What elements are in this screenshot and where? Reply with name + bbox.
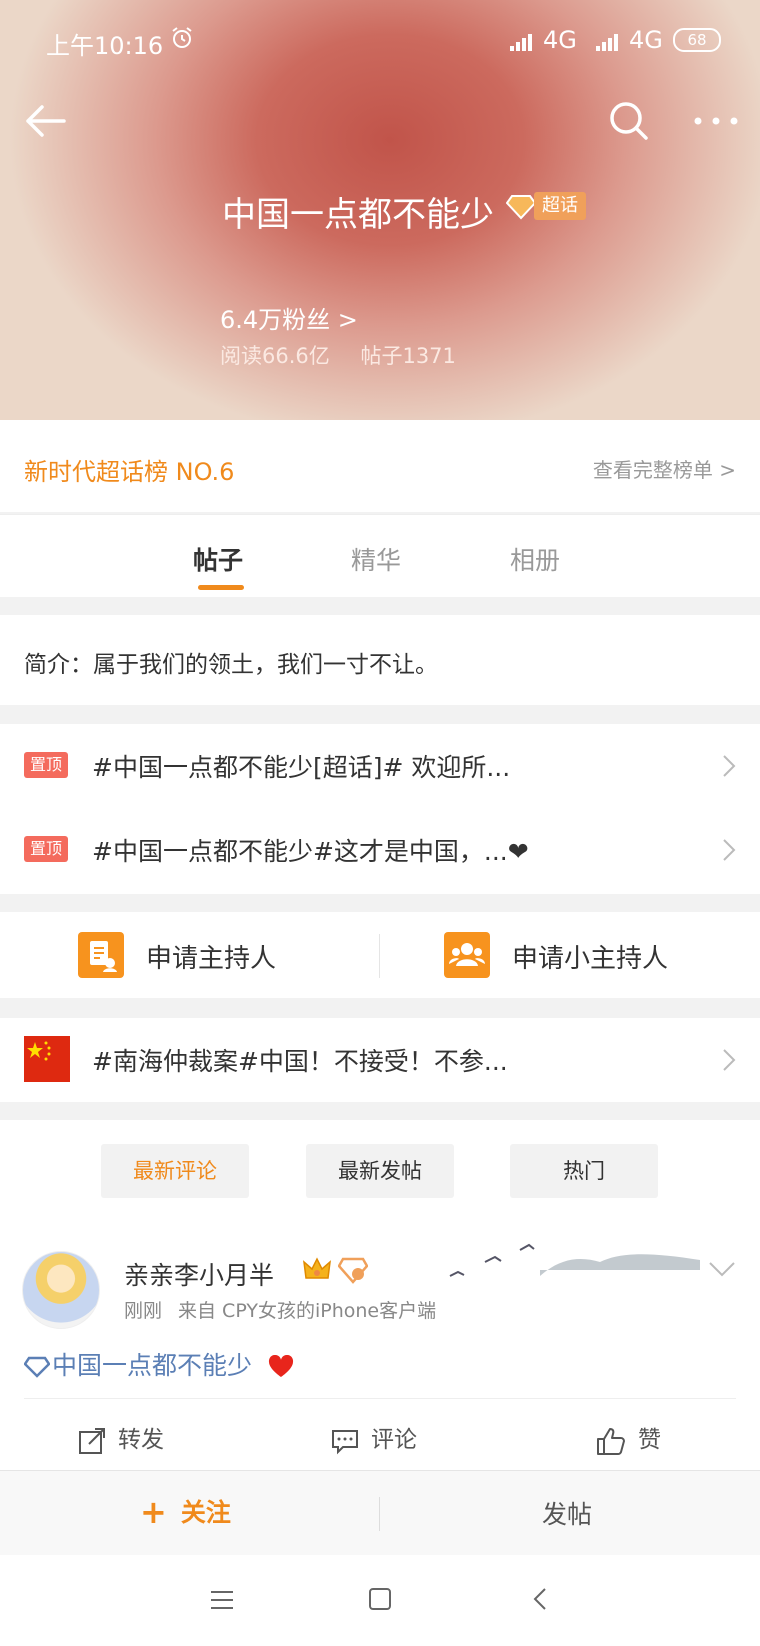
host-doc-icon: [78, 932, 124, 978]
divider: [379, 1497, 380, 1531]
back-arrow-icon[interactable]: [24, 100, 66, 142]
divider: [24, 1398, 736, 1399]
chevron-right-icon: [723, 839, 736, 861]
network-type: 4G: [543, 26, 577, 54]
host-apply-bar: 申请主持人 申请小主持人: [0, 912, 760, 998]
signal-icon: [596, 32, 620, 51]
menu-icon[interactable]: [210, 1589, 234, 1611]
status-time: 上午10:16: [46, 32, 164, 60]
battery-icon: 68: [673, 28, 721, 52]
diamond-outline-icon: [23, 1356, 51, 1378]
back-icon[interactable]: [532, 1587, 548, 1611]
home-icon[interactable]: [368, 1587, 392, 1611]
group-icon: [444, 932, 490, 978]
tab-posts[interactable]: 帖子: [193, 541, 243, 577]
more-icon[interactable]: [692, 100, 740, 142]
pinned-item[interactable]: 置顶 #中国一点都不能少[超话]# 欢迎所...: [0, 724, 760, 808]
pinned-badge: 置顶: [24, 836, 69, 862]
create-post-button[interactable]: 发帖: [542, 1495, 592, 1531]
page-title: 中国一点都不能少: [222, 195, 494, 235]
pinned-text: #中国一点都不能少[超话]# 欢迎所...: [92, 753, 511, 782]
news-text: #南海仲裁案#中国！不接受！不参...: [92, 1047, 508, 1076]
intro-text: 简介：属于我们的领土，我们一寸不让。: [24, 652, 438, 678]
alarm-icon: [172, 27, 192, 48]
full-rank-link[interactable]: 查看完整榜单 >: [593, 454, 736, 483]
heart-icon: [268, 1354, 294, 1377]
rank-bar[interactable]: 新时代超话榜 NO.6 查看完整榜单 >: [0, 420, 760, 512]
tab-bar: 帖子 精华 相册: [0, 514, 760, 597]
pinned-badge: 置顶: [24, 752, 69, 778]
apply-sub-host-label: 申请小主持人: [512, 944, 669, 974]
follow-button[interactable]: + 关注: [140, 1493, 231, 1531]
follow-label: 关注: [180, 1498, 231, 1527]
topic-header: 上午10:16 4G 4G 68 中国一点都不能少 超话 6.4万粉丝 > 阅读…: [0, 0, 760, 420]
comment-label: 评论: [371, 1427, 417, 1453]
plus-icon: +: [140, 1493, 167, 1531]
like-button[interactable]: 赞: [596, 1420, 661, 1455]
read-count: 阅读66.6亿: [220, 344, 330, 368]
signal-icon: [510, 32, 534, 51]
china-flag-icon: [24, 1036, 70, 1082]
filter-hot[interactable]: 热门: [510, 1144, 658, 1198]
username[interactable]: 亲亲李小月半: [124, 1256, 274, 1292]
apply-host-label: 申请主持人: [146, 944, 277, 974]
fans-count[interactable]: 6.4万粉丝 >: [220, 300, 358, 335]
filter-latest-comment[interactable]: 最新评论: [101, 1144, 249, 1198]
repost-label: 转发: [118, 1427, 164, 1453]
topic-stats: 阅读66.6亿 帖子1371: [220, 340, 480, 370]
repost-icon: [79, 1427, 105, 1454]
search-icon[interactable]: [608, 100, 650, 142]
like-label: 赞: [638, 1427, 661, 1453]
bottom-action-bar: + 关注 发帖: [0, 1470, 760, 1555]
comment-button[interactable]: 评论: [331, 1420, 417, 1454]
pinned-text: #中国一点都不能少#这才是中国，...❤: [92, 837, 529, 866]
thumbs-up-icon: [597, 1427, 625, 1455]
network-type: 4G: [629, 26, 663, 54]
rank-label: 新时代超话榜 NO.6: [24, 458, 235, 486]
chevron-right-icon: [723, 755, 736, 777]
decorative-landscape: [449, 1243, 700, 1277]
super-topic-badge: 超话: [505, 192, 586, 220]
crown-icon: [303, 1257, 331, 1279]
divider: [379, 934, 380, 978]
tab-featured[interactable]: 精华: [351, 541, 401, 577]
active-tab-indicator: [198, 585, 244, 590]
post-topic-link[interactable]: 中国一点都不能少: [23, 1346, 294, 1382]
system-nav-bar: [0, 1555, 760, 1646]
repost-button[interactable]: 转发: [78, 1420, 164, 1454]
post-topic-text: 中国一点都不能少: [52, 1351, 253, 1380]
post-count: 帖子1371: [360, 344, 456, 368]
post-meta: 刚刚 来自 CPY女孩的iPhone客户端: [124, 1296, 452, 1323]
pinned-list: 置顶 #中国一点都不能少[超话]# 欢迎所... 置顶 #中国一点都不能少#这才…: [0, 724, 760, 894]
avatar[interactable]: [22, 1251, 100, 1329]
post-time: 刚刚: [124, 1300, 163, 1322]
post-source: 来自 CPY女孩的iPhone客户端: [178, 1300, 437, 1322]
pinned-item[interactable]: 置顶 #中国一点都不能少#这才是中国，...❤: [0, 808, 760, 892]
filter-latest-post[interactable]: 最新发帖: [306, 1144, 454, 1198]
news-item[interactable]: #南海仲裁案#中国！不接受！不参...: [0, 1018, 760, 1102]
chevron-down-icon[interactable]: [708, 1260, 736, 1278]
feed-section: 最新评论 最新发帖 热门 亲亲李小月半 刚刚 来自 CPY女孩的iPhone客户端…: [0, 1120, 760, 1470]
diamond-icon: [505, 194, 537, 219]
comment-icon: [332, 1429, 358, 1454]
level-badge-icon: [338, 1257, 368, 1284]
intro-section: 简介：属于我们的领土，我们一寸不让。: [0, 615, 760, 705]
tab-album[interactable]: 相册: [510, 541, 560, 577]
chevron-right-icon: [723, 1049, 736, 1071]
